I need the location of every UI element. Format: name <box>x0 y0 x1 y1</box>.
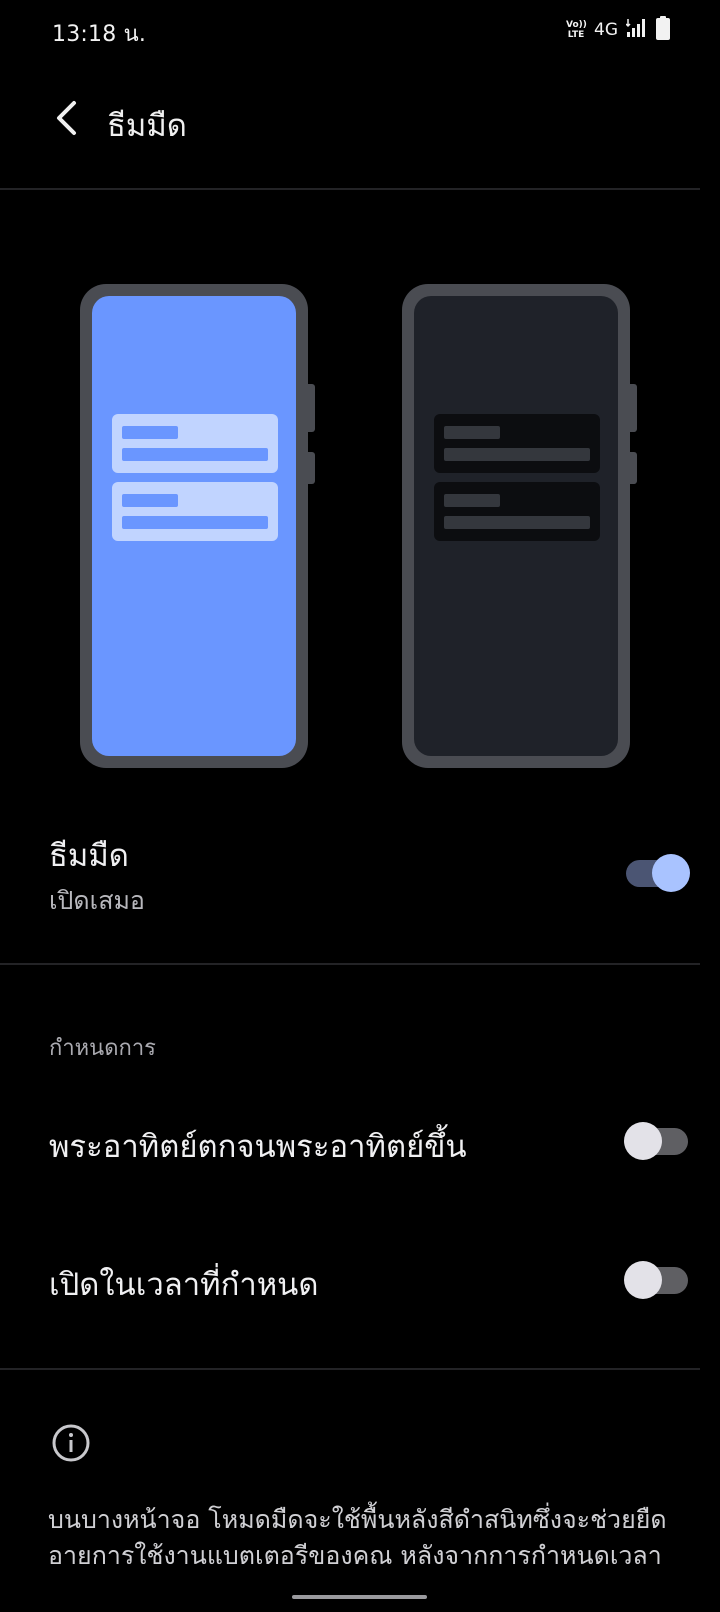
schedule-option-label: เปิดในเวลาที่กำหนด <box>49 1267 319 1303</box>
preview-card <box>434 414 600 473</box>
phone-side-button <box>630 452 637 484</box>
status-icons: Vo)) LTE 4G <box>566 16 670 44</box>
volte-icon: Vo)) LTE <box>566 20 587 40</box>
back-arrow-icon <box>57 101 76 135</box>
header-divider <box>0 188 700 190</box>
phone-side-button <box>308 452 315 484</box>
schedule-section-label: กำหนดการ <box>49 1036 156 1061</box>
preview-card <box>112 414 278 473</box>
phone-frame <box>402 284 630 768</box>
volte-top-label: Vo)) <box>566 20 587 30</box>
preview-card <box>434 482 600 541</box>
phone-screen-light <box>92 296 296 756</box>
dark-theme-title: ธีมมืด <box>49 838 129 874</box>
info-icon <box>51 1423 91 1463</box>
schedule-option-label: พระอาทิตย์ตกจนพระอาทิตย์ขึ้น <box>49 1129 467 1165</box>
dark-theme-preview <box>402 284 637 772</box>
footer-mask <box>0 1565 720 1612</box>
section-divider <box>0 1368 700 1370</box>
volte-bottom-label: LTE <box>567 30 585 40</box>
dark-theme-switch[interactable] <box>624 852 690 892</box>
phone-screen-dark <box>414 296 618 756</box>
section-divider <box>0 963 700 965</box>
back-button[interactable] <box>40 92 92 144</box>
custom-time-switch[interactable] <box>624 1259 690 1299</box>
home-indicator[interactable] <box>292 1595 427 1599</box>
phone-side-button <box>630 384 637 432</box>
app-bar: ธีมมืด <box>0 62 720 188</box>
light-theme-preview <box>80 284 315 772</box>
status-time: 13:18 น. <box>52 22 147 47</box>
battery-icon <box>656 16 670 44</box>
signal-icon <box>625 18 648 42</box>
network-type-label: 4G <box>594 20 618 40</box>
dark-theme-status: เปิดเสมอ <box>49 886 145 915</box>
preview-card <box>112 482 278 541</box>
page-title: ธีมมืด <box>107 108 187 144</box>
phone-side-button <box>308 384 315 432</box>
sunset-sunrise-switch[interactable] <box>624 1120 690 1160</box>
status-bar: 13:18 น. Vo)) LTE 4G <box>0 0 720 62</box>
phone-frame <box>80 284 308 768</box>
